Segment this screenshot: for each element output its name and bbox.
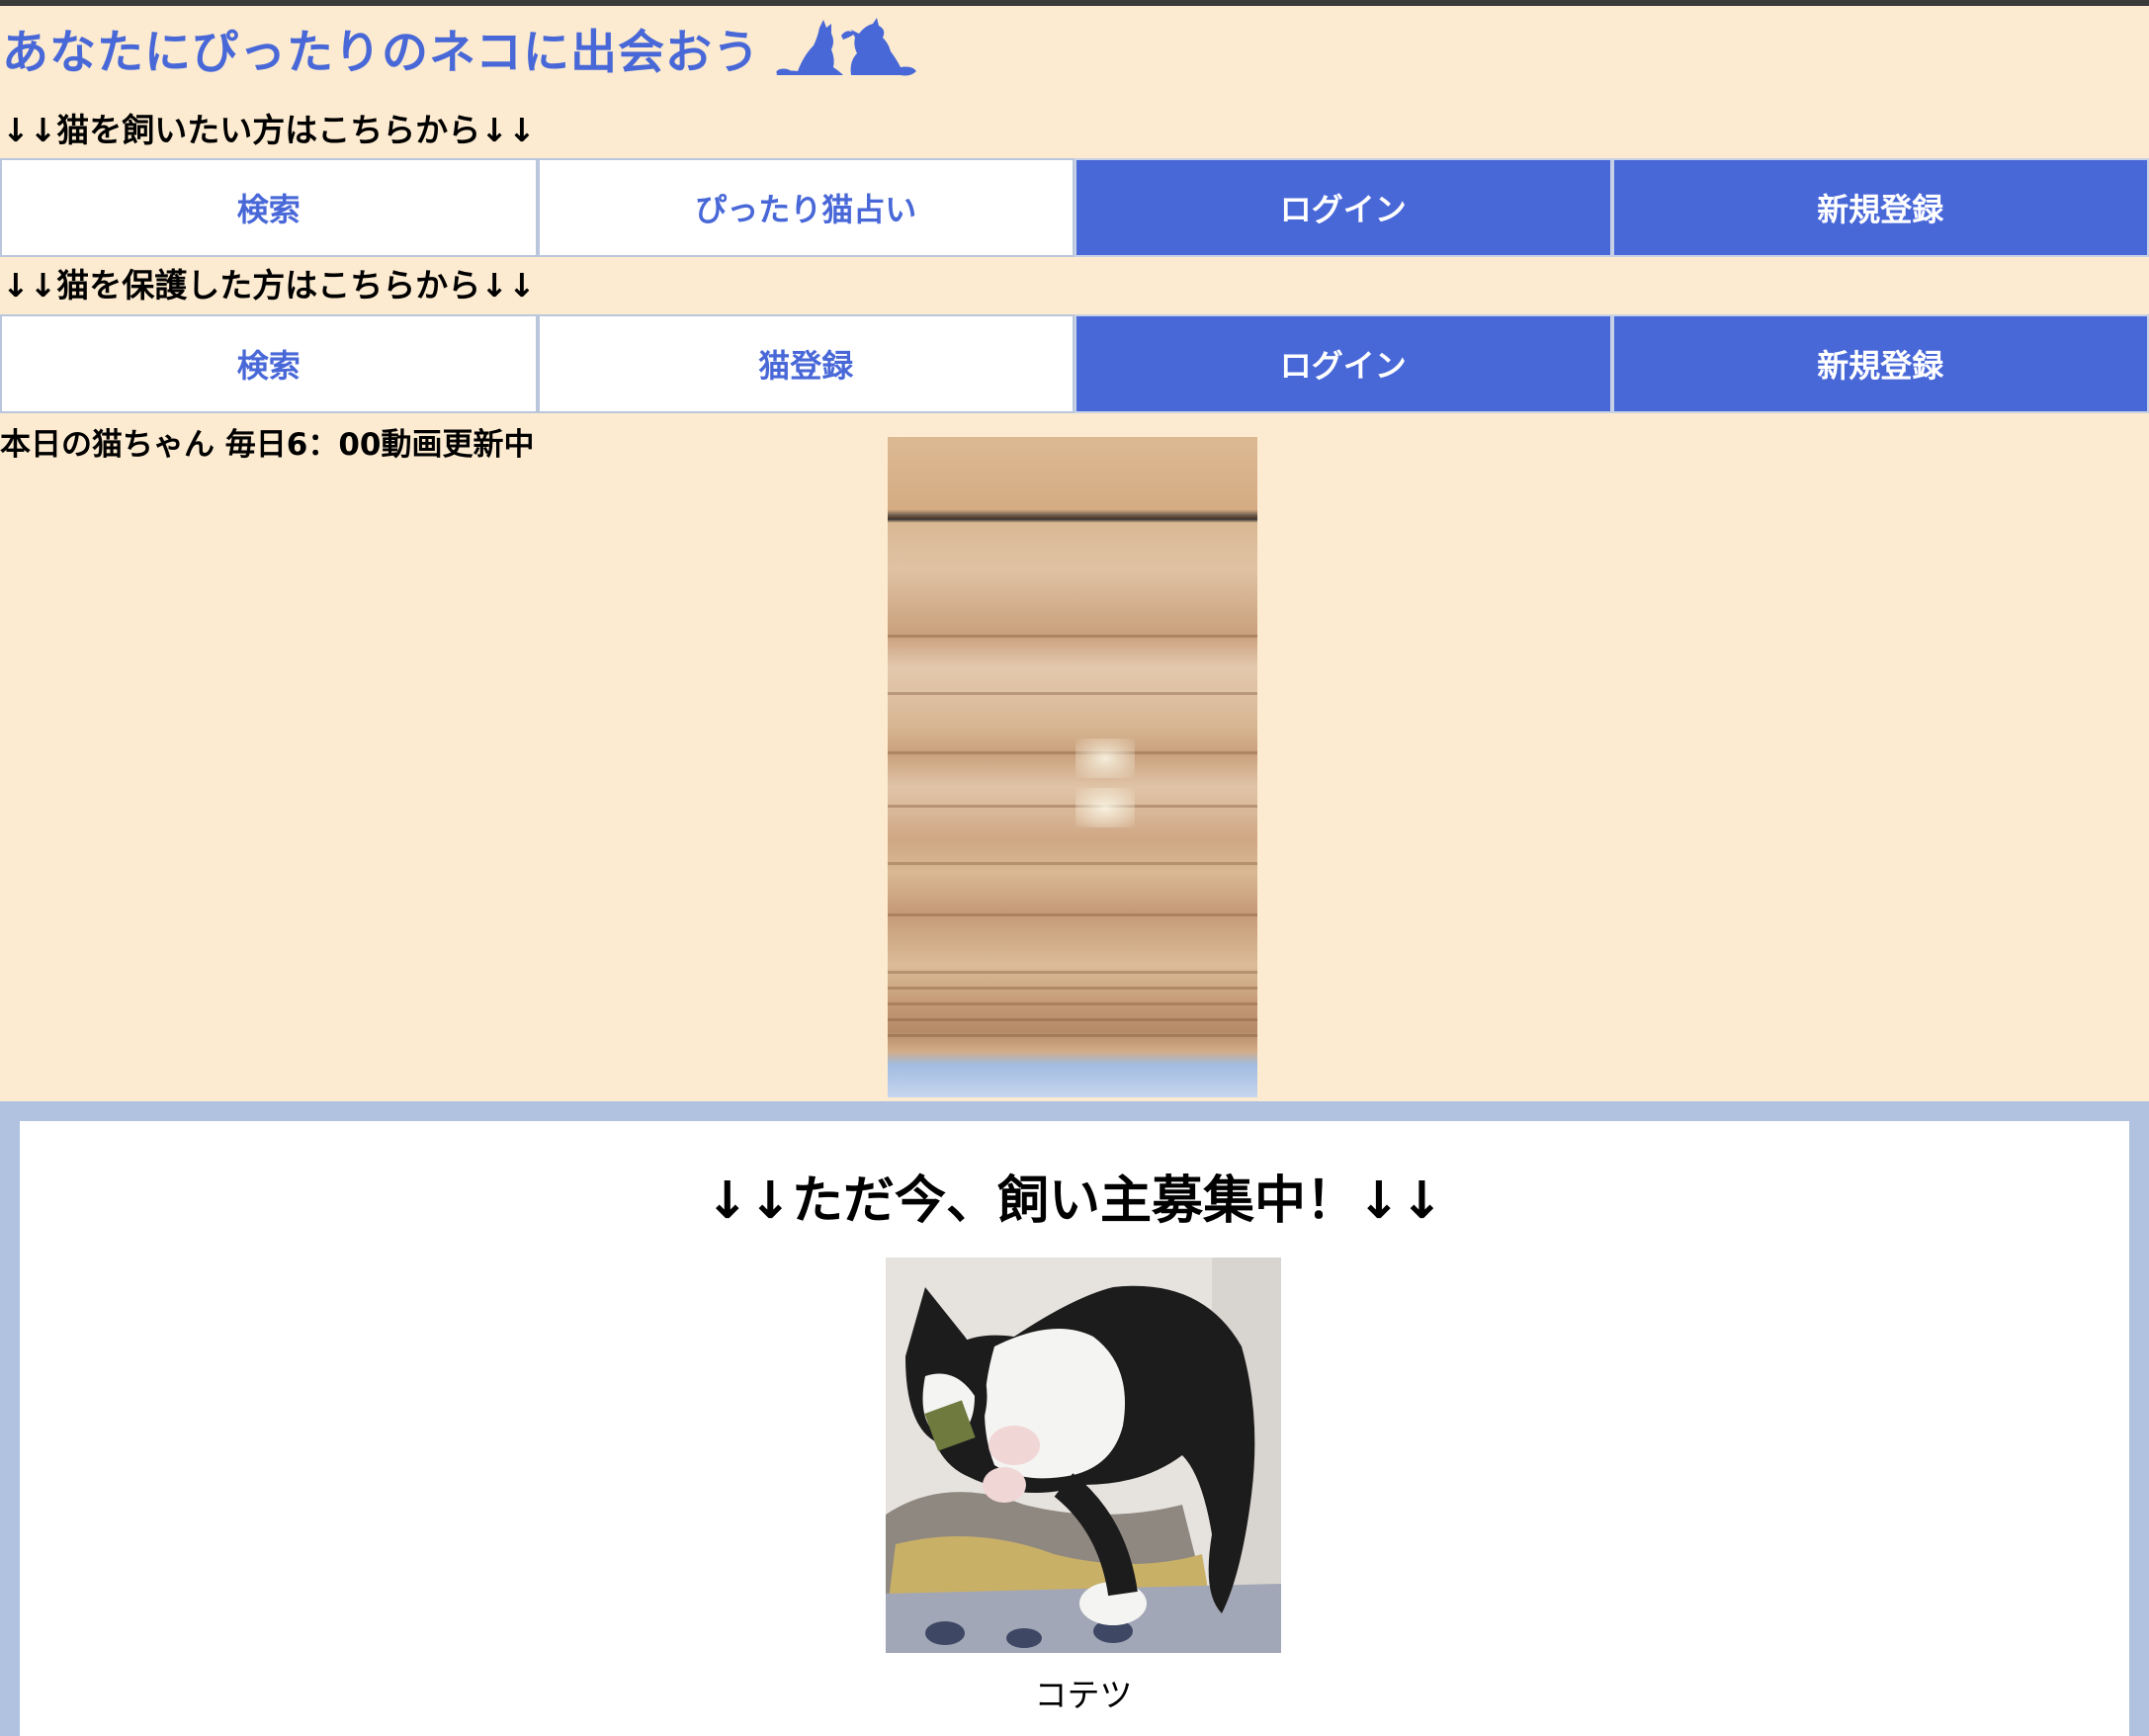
adopter-button-row: 検索 ぴったり猫占い ログイン 新規登録 xyxy=(0,158,2149,257)
cat-register-button[interactable]: 猫登録 xyxy=(537,314,1074,413)
today-cat-label: 本日の猫ちゃん 毎日6：00動画更新中 xyxy=(0,427,535,463)
recruit-section: ↓↓ただ今、飼い主募集中！↓↓ コテツ xyxy=(0,1101,2149,1736)
adopter-login-button[interactable]: ログイン xyxy=(1074,158,1612,257)
cat-photo[interactable] xyxy=(886,1258,1281,1653)
site-title[interactable]: あなたにぴったりのネコに出会おう xyxy=(2,14,760,82)
cat-fortune-button[interactable]: ぴったり猫占い xyxy=(537,158,1074,257)
adopter-signup-button[interactable]: 新規登録 xyxy=(1611,158,2149,257)
recruit-panel: ↓↓ただ今、飼い主募集中！↓↓ コテツ xyxy=(20,1121,2129,1736)
rescuer-section-label: ↓↓猫を保護した方はこちらから↓↓ xyxy=(2,266,536,304)
cat-card[interactable]: コテツ xyxy=(886,1258,1281,1716)
rescuer-signup-button[interactable]: 新規登録 xyxy=(1611,314,2149,413)
cat-name[interactable]: コテツ xyxy=(886,1669,1281,1716)
site-header: あなたにぴったりのネコに出会おう xyxy=(0,6,2149,89)
rescuer-search-button[interactable]: 検索 xyxy=(0,314,538,413)
adopter-search-button[interactable]: 検索 xyxy=(0,158,538,257)
cats-silhouette-icon xyxy=(776,18,917,76)
page: あなたにぴったりのネコに出会おう ↓↓猫を飼いたい方はこちらから↓↓ 検索 ぴっ… xyxy=(0,6,2149,1736)
recruit-title: ↓↓ただ今、飼い主募集中！↓↓ xyxy=(705,1172,1444,1231)
today-cat-video[interactable] xyxy=(888,437,1257,1097)
rescuer-login-button[interactable]: ログイン xyxy=(1074,314,1612,413)
adopter-section-label: ↓↓猫を飼いたい方はこちらから↓↓ xyxy=(2,111,536,149)
today-cat-section: 本日の猫ちゃん 毎日6：00動画更新中 xyxy=(0,413,2149,1109)
rescuer-button-row: 検索 猫登録 ログイン 新規登録 xyxy=(0,314,2149,413)
